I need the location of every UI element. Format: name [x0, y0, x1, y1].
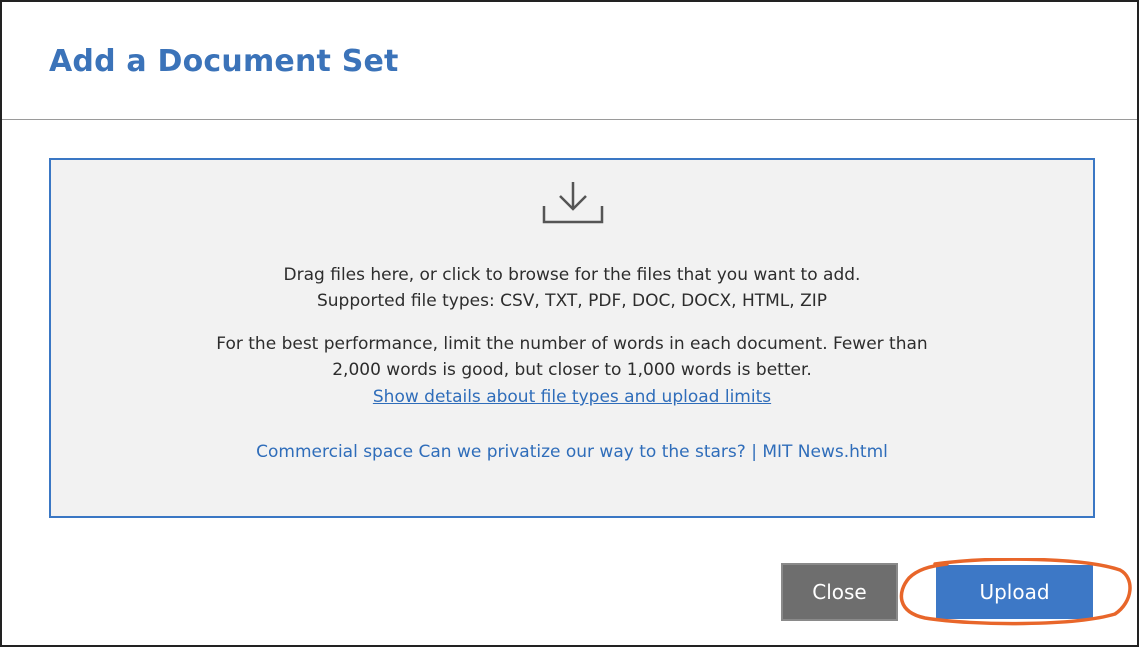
dialog-title: Add a Document Set	[49, 44, 399, 79]
close-button[interactable]: Close	[781, 563, 898, 621]
show-details-link[interactable]: Show details about file types and upload…	[51, 385, 1093, 410]
download-icon	[542, 182, 604, 224]
performance-note-line2: 2,000 words is good, but closer to 1,000…	[332, 360, 812, 380]
upload-button[interactable]: Upload	[936, 565, 1093, 619]
add-document-set-dialog: Add a Document Set Drag files here, or c…	[0, 0, 1139, 647]
file-dropzone[interactable]: Drag files here, or click to browse for …	[49, 158, 1095, 518]
dialog-header: Add a Document Set	[2, 2, 1137, 120]
supported-file-types: Supported file types: CSV, TXT, PDF, DOC…	[316, 291, 828, 311]
selected-file-name: Commercial space Can we privatize our wa…	[256, 442, 888, 462]
performance-note-line1: For the best performance, limit the numb…	[216, 334, 928, 354]
dropzone-instructions: Drag files here, or click to browse for …	[283, 265, 861, 285]
